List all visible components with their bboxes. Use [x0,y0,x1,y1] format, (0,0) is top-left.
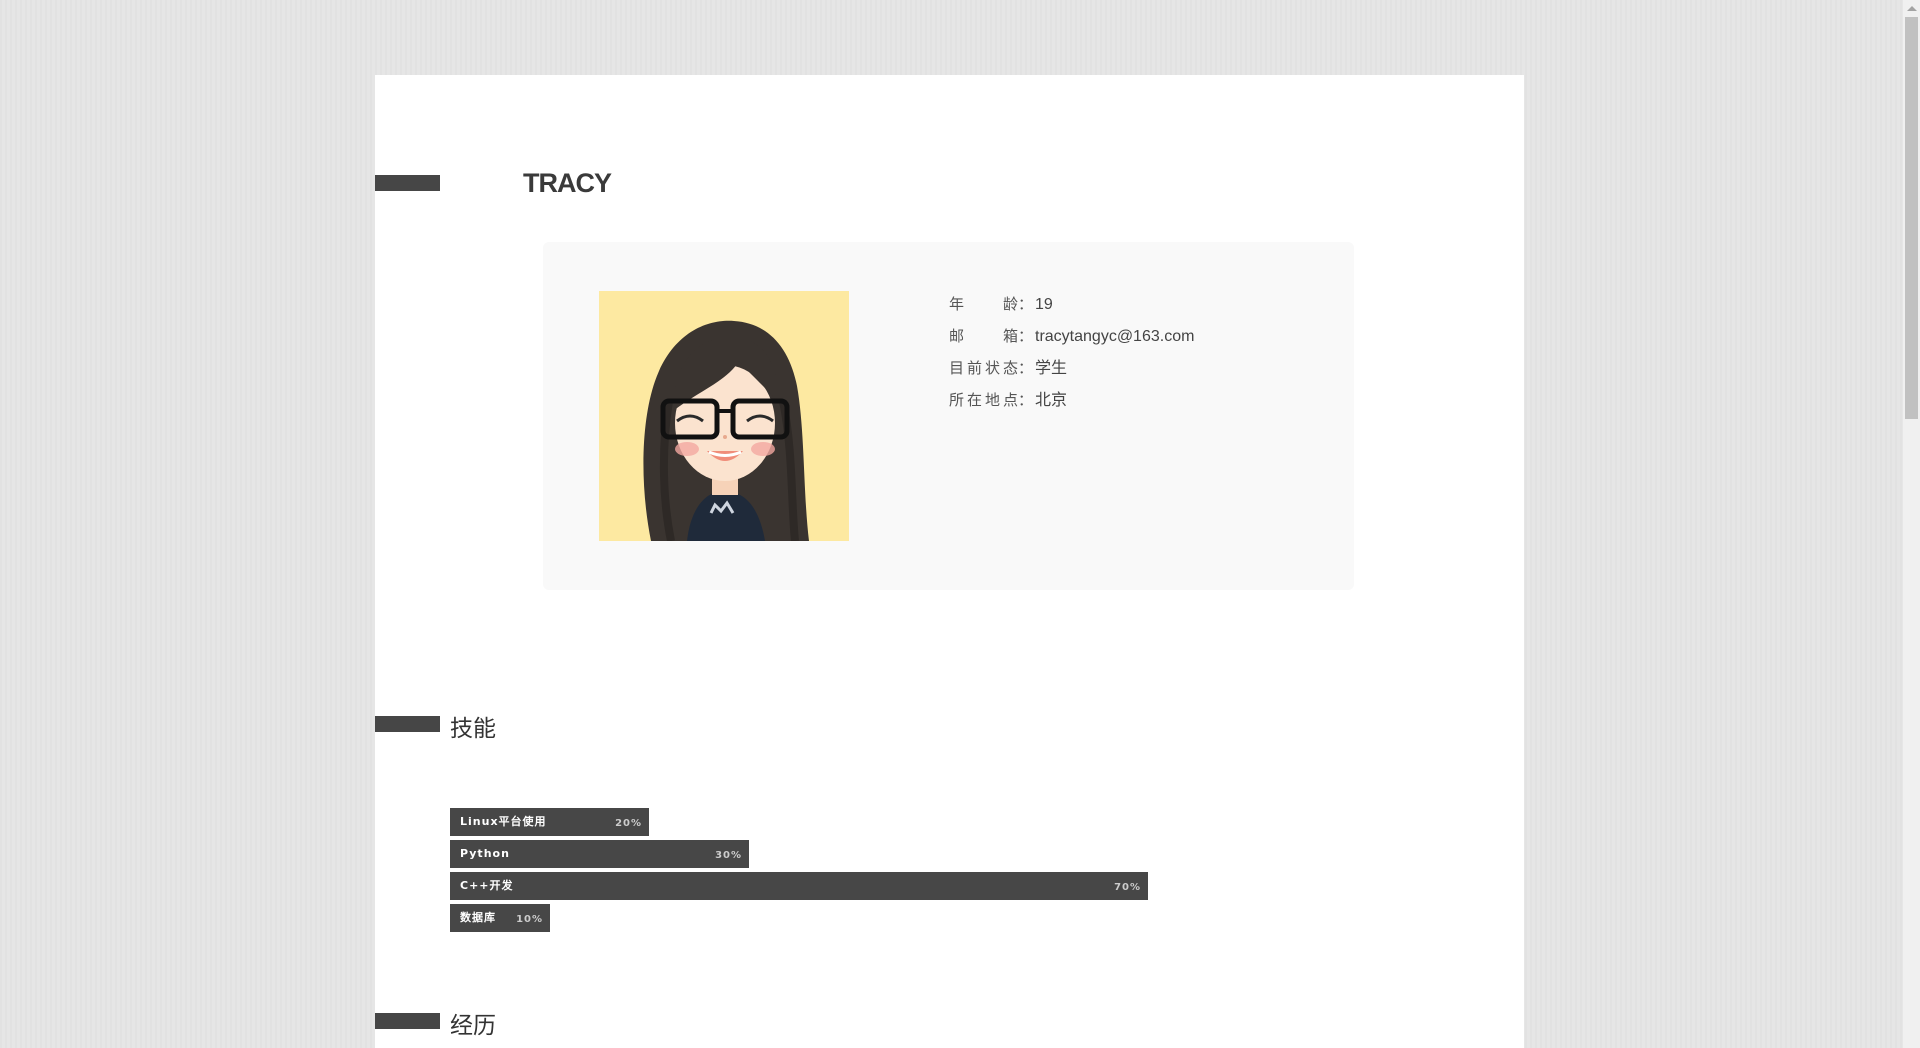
info-value-email: tracytangyc@163.com [1035,328,1195,345]
info-label-age: 年龄： [949,288,1034,320]
skill-bar: 数据库 10% [450,904,550,932]
skill-percent: 10% [516,914,543,925]
info-label-email: 邮箱： [949,320,1034,352]
info-value-age: 19 [1035,296,1053,313]
info-value-status: 学生 [1035,360,1068,377]
info-row-status: 目前状态： 学生 [949,352,1194,384]
skill-percent: 70% [1114,882,1141,893]
info-colon: ： [1018,295,1034,313]
skill-bar: C++开发 70% [450,872,1148,900]
skill-label: Python [460,847,510,860]
name-section-marker [375,175,440,191]
info-label-status: 目前状态： [949,352,1034,384]
skills-section-marker [375,716,440,732]
profile-name: TRACY [523,168,612,198]
avatar [599,291,849,541]
info-colon: ： [1018,327,1034,345]
avatar-illustration [599,291,849,541]
skill-percent: 30% [715,850,742,861]
vertical-scrollbar[interactable] [1903,0,1920,1048]
info-row-location: 所在地点： 北京 [949,384,1194,416]
resume-page: TRACY 年龄： 19 邮箱： tracytangyc@163.com 目前状… [375,75,1524,1048]
info-row-email: 邮箱： tracytangyc@163.com [949,320,1194,352]
info-label-location-text: 所在地点 [949,391,1018,409]
skill-percent: 20% [615,818,642,829]
scrollbar-thumb[interactable] [1905,17,1918,419]
profile-card: 年龄： 19 邮箱： tracytangyc@163.com 目前状态： 学生 所在地… [543,242,1354,590]
skills-section-title: 技能 [450,716,496,742]
info-row-age: 年龄： 19 [949,288,1194,320]
info-value-location: 北京 [1035,392,1068,409]
info-label-location: 所在地点： [949,384,1034,416]
skill-label: 数据库 [460,911,496,924]
info-label-email-text: 邮箱 [949,327,1018,345]
skill-bar: Python 30% [450,840,749,868]
skill-label: C++开发 [460,879,514,892]
experience-section-title: 经历 [450,1013,496,1039]
info-label-age-text: 年龄 [949,295,1018,313]
profile-info-list: 年龄： 19 邮箱： tracytangyc@163.com 目前状态： 学生 所在地… [949,288,1194,416]
info-colon: ： [1018,359,1034,377]
info-colon: ： [1018,391,1034,409]
scroll-up-arrow-icon[interactable] [1907,6,1917,11]
skills-list: Linux平台使用 20% Python 30% C++开发 70% 数据库 1… [450,808,1148,936]
skill-label: Linux平台使用 [460,815,547,828]
experience-section-marker [375,1013,440,1029]
info-label-status-text: 目前状态 [949,359,1018,377]
skill-bar: Linux平台使用 20% [450,808,649,836]
